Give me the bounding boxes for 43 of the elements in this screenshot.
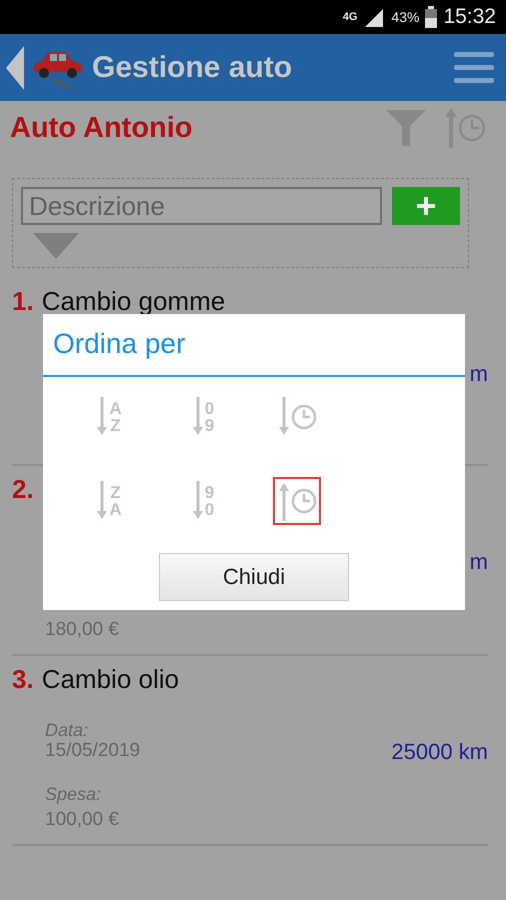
expand-icon[interactable] bbox=[33, 233, 79, 259]
arrow-icon bbox=[278, 397, 290, 437]
sort-icon[interactable] bbox=[444, 108, 486, 148]
clock-icon bbox=[290, 404, 316, 430]
item-title: Cambio gomme bbox=[42, 286, 226, 317]
mileage-value: m bbox=[470, 361, 488, 387]
sort-option-button[interactable]: Z A bbox=[85, 477, 133, 525]
app-title: Gestione auto bbox=[92, 50, 294, 84]
sort-option-button[interactable]: A Z bbox=[85, 393, 133, 441]
mileage-value: m bbox=[470, 549, 488, 575]
add-button[interactable] bbox=[392, 187, 460, 225]
battery-icon bbox=[425, 6, 438, 28]
back-icon[interactable] bbox=[6, 46, 24, 90]
clock-icon bbox=[290, 488, 316, 514]
item-number: 2. bbox=[12, 474, 34, 505]
clock-time: 15:32 bbox=[443, 5, 496, 29]
cost-value: 180,00 € bbox=[45, 618, 120, 636]
arrow-icon bbox=[192, 481, 204, 521]
date-value: 15/05/2019 bbox=[45, 740, 142, 762]
car-name: Auto Antonio bbox=[10, 112, 194, 144]
description-field[interactable]: Descrizione bbox=[21, 187, 382, 225]
cost-label: Spesa: bbox=[45, 784, 102, 804]
battery-level: 43% bbox=[391, 9, 420, 25]
sort-option-button[interactable] bbox=[273, 477, 321, 525]
item-title: Cambio olio bbox=[42, 664, 179, 695]
signal-icon bbox=[363, 7, 386, 27]
filter-icon[interactable] bbox=[386, 110, 426, 146]
sort-option-button[interactable]: 0 9 bbox=[179, 393, 227, 441]
arrow-icon bbox=[192, 397, 204, 437]
arrow-icon bbox=[96, 397, 108, 437]
mileage-value: 25000 km bbox=[391, 739, 488, 765]
item-number: 3. bbox=[12, 664, 34, 695]
arrow-icon bbox=[96, 481, 108, 521]
close-button[interactable]: Chiudi bbox=[159, 553, 349, 601]
cost-value: 100,00 € bbox=[45, 808, 120, 826]
network-type: 4G bbox=[342, 12, 358, 22]
menu-icon[interactable] bbox=[454, 52, 494, 84]
sort-option-button[interactable]: 9 0 bbox=[179, 477, 227, 525]
dialog-title: Ordina per bbox=[43, 314, 465, 377]
arrow-icon bbox=[278, 481, 290, 521]
item-number: 1. bbox=[12, 286, 34, 317]
date-label: Data: bbox=[45, 720, 90, 740]
plus-icon bbox=[417, 197, 435, 215]
